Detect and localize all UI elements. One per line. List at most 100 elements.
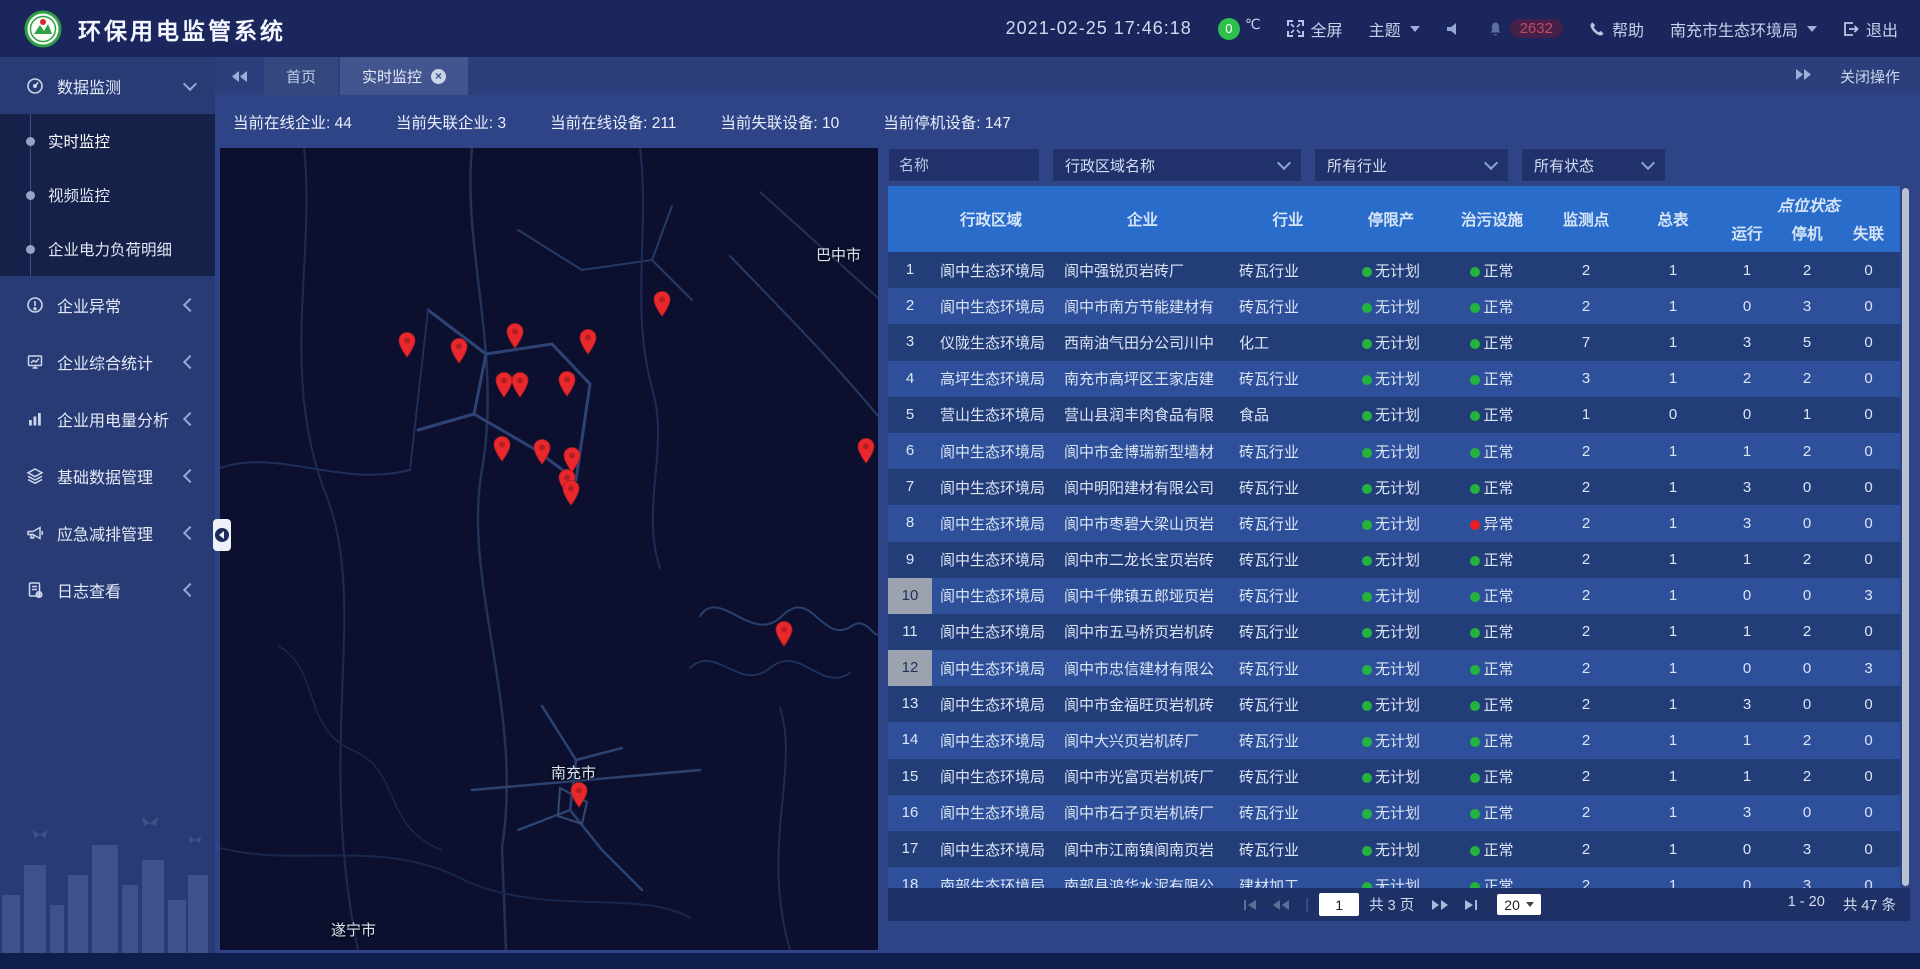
- tab-close-icon[interactable]: ×: [431, 69, 446, 84]
- tab-实时监控[interactable]: 实时监控×: [340, 57, 468, 95]
- next-page-button[interactable]: [1424, 899, 1456, 911]
- last-page-button[interactable]: [1456, 899, 1485, 911]
- map-pin-icon[interactable]: [505, 322, 525, 349]
- cell-company: 南充市高坪区王家店建: [1050, 368, 1235, 389]
- row-number: 18: [888, 867, 932, 888]
- map-pin-icon[interactable]: [532, 438, 552, 465]
- speaker-mute-button[interactable]: [1446, 21, 1462, 37]
- prev-page-button[interactable]: [1265, 899, 1297, 911]
- cell-facility-status: 正常: [1441, 404, 1543, 425]
- map-pin-icon[interactable]: [492, 435, 512, 462]
- col-point-status: 点位状态: [1717, 194, 1900, 216]
- tab-首页[interactable]: 首页: [264, 57, 338, 95]
- monitor-panel: 行政区域名称 所有行业 所有状态 行政区域 企业 行业 停限产 治污设施 监测点…: [888, 148, 1910, 921]
- cell-company: 西南油气田分公司川中: [1050, 332, 1235, 353]
- table-row[interactable]: 4高坪生态环境局南充市高坪区王家店建砖瓦行业无计划正常31220: [888, 361, 1900, 397]
- cell-company: 阆中明阳建材有限公司: [1050, 477, 1235, 498]
- name-filter-input[interactable]: [888, 148, 1040, 182]
- page-input[interactable]: [1319, 893, 1359, 916]
- sidebar-collapse-button[interactable]: [213, 519, 231, 551]
- table-row[interactable]: 5营山生态环境局营山县润丰肉食品有限食品无计划正常10010: [888, 397, 1900, 433]
- table-row[interactable]: 14阆中生态环境局阆中大兴页岩机砖厂砖瓦行业无计划正常21120: [888, 722, 1900, 758]
- map-pin-icon[interactable]: [561, 479, 581, 506]
- cell-industry: 建材加工: [1235, 875, 1341, 888]
- cell-run: 3: [1717, 515, 1777, 532]
- col-industry: 行业: [1235, 208, 1341, 230]
- table-row[interactable]: 12阆中生态环境局阆中市忠信建材有限公砖瓦行业无计划正常21003: [888, 650, 1900, 686]
- notifications-button[interactable]: 2632: [1488, 19, 1563, 38]
- table-row[interactable]: 7阆中生态环境局阆中明阳建材有限公司砖瓦行业无计划正常21300: [888, 469, 1900, 505]
- bottom-strip: [0, 953, 1920, 969]
- first-page-button[interactable]: [1236, 899, 1265, 911]
- cell-points: 2: [1543, 696, 1629, 713]
- map-pin-icon[interactable]: [557, 370, 577, 397]
- sidebar-item-data-monitor[interactable]: 数据监测: [0, 57, 215, 114]
- table-row[interactable]: 1阆中生态环境局阆中强锐页岩砖厂砖瓦行业无计划正常21120: [888, 252, 1900, 288]
- logout-button[interactable]: 退出: [1843, 17, 1898, 41]
- sidebar-item-video-monitor[interactable]: 视频监控: [0, 168, 215, 222]
- region-filter-select[interactable]: 行政区域名称: [1052, 148, 1302, 182]
- cell-run: 1: [1717, 732, 1777, 749]
- cell-halt: 2: [1777, 623, 1837, 640]
- table-row[interactable]: 17阆中生态环境局阆中市江南镇阆南页岩砖瓦行业无计划正常21030: [888, 831, 1900, 867]
- tabs-scroll-left-button[interactable]: [215, 57, 264, 95]
- cell-company: 阆中市光富页岩机砖厂: [1050, 766, 1235, 787]
- map[interactable]: 巴中市南充市遂宁市: [220, 148, 878, 950]
- map-pin-icon[interactable]: [569, 781, 589, 808]
- table-row[interactable]: 6阆中生态环境局阆中市金博瑞新型墙材砖瓦行业无计划正常21120: [888, 433, 1900, 469]
- table-row[interactable]: 16阆中生态环境局阆中市石子页岩机砖厂砖瓦行业无计划正常21300: [888, 795, 1900, 831]
- row-number: 17: [888, 831, 932, 867]
- theme-menu[interactable]: 主题: [1369, 17, 1420, 41]
- status-filter-select[interactable]: 所有状态: [1521, 148, 1666, 182]
- map-pin-icon[interactable]: [510, 371, 530, 398]
- range-label: 1 - 20: [1788, 894, 1825, 915]
- log-document-icon: [26, 581, 44, 599]
- sidebar-item-realtime-monitor[interactable]: 实时监控: [0, 114, 215, 168]
- map-pin-icon[interactable]: [578, 328, 598, 355]
- page-size-select[interactable]: 20: [1497, 894, 1541, 915]
- table-row[interactable]: 10阆中生态环境局阆中千佛镇五郎垭页岩砖瓦行业无计划正常21003: [888, 578, 1900, 614]
- table-row[interactable]: 9阆中生态环境局阆中市二龙长宝页岩砖砖瓦行业无计划正常21120: [888, 542, 1900, 578]
- sidebar-item-enterprise-stats[interactable]: 企业综合统计: [0, 333, 215, 390]
- cell-lost: 0: [1837, 406, 1900, 423]
- row-number: 12: [888, 650, 932, 686]
- cell-lost: 0: [1837, 334, 1900, 351]
- cell-stop-status: 无计划: [1341, 260, 1441, 281]
- sidebar-item-base-data[interactable]: 基础数据管理: [0, 447, 215, 504]
- map-pin-icon[interactable]: [774, 620, 794, 647]
- help-button[interactable]: 帮助: [1589, 17, 1644, 41]
- cell-company: 阆中市金博瑞新型墙材: [1050, 441, 1235, 462]
- close-operations-button[interactable]: 关闭操作: [1840, 66, 1900, 87]
- cell-total: 1: [1629, 732, 1717, 749]
- datetime: 2021-02-25 17:46:18: [1006, 18, 1192, 39]
- table-row[interactable]: 13阆中生态环境局阆中市金福旺页岩机砖砖瓦行业无计划正常21300: [888, 686, 1900, 722]
- sidebar-item-power-load-detail[interactable]: 企业电力负荷明细: [0, 222, 215, 276]
- sidebar-item-log-view[interactable]: 日志查看: [0, 561, 215, 618]
- sidebar-item-enterprise-abnormal[interactable]: 企业异常: [0, 276, 215, 333]
- table-row[interactable]: 11阆中生态环境局阆中市五马桥页岩机砖砖瓦行业无计划正常21120: [888, 614, 1900, 650]
- table-row[interactable]: 15阆中生态环境局阆中市光富页岩机砖厂砖瓦行业无计划正常21120: [888, 759, 1900, 795]
- table-row[interactable]: 8阆中生态环境局阆中市枣碧大梁山页岩砖瓦行业无计划异常21300: [888, 505, 1900, 541]
- table-scrollbar[interactable]: [1902, 188, 1909, 886]
- cell-halt: 2: [1777, 370, 1837, 387]
- industry-filter-select[interactable]: 所有行业: [1314, 148, 1509, 182]
- sidebar-item-power-analysis[interactable]: 企业用电量分析: [0, 390, 215, 447]
- sidebar-item-emergency-reduction[interactable]: 应急减排管理: [0, 504, 215, 561]
- map-pin-icon[interactable]: [856, 437, 876, 464]
- cell-facility-status: 正常: [1441, 368, 1543, 389]
- table-row[interactable]: 3仪陇生态环境局西南油气田分公司川中化工无计划正常71350: [888, 324, 1900, 360]
- tabs-scroll-right-button[interactable]: [1795, 68, 1812, 85]
- alert-circle-icon: [26, 296, 44, 314]
- map-pin-icon[interactable]: [397, 331, 417, 358]
- chevron-down-icon: [183, 76, 197, 90]
- table-row[interactable]: 2阆中生态环境局阆中市南方节能建材有砖瓦行业无计划正常21030: [888, 288, 1900, 324]
- cell-halt: 0: [1777, 479, 1837, 496]
- stat-item: 当前失联企业: 3: [396, 111, 506, 133]
- map-pin-icon[interactable]: [652, 290, 672, 317]
- cell-lost: 0: [1837, 370, 1900, 387]
- fullscreen-button[interactable]: 全屏: [1287, 17, 1343, 41]
- table-row[interactable]: 18南部生态环境局南部县鸿华水泥有限公建材加工无计划正常21030: [888, 867, 1900, 888]
- status-dot-icon: [1470, 484, 1480, 494]
- map-pin-icon[interactable]: [449, 337, 469, 364]
- org-menu[interactable]: 南充市生态环境局: [1670, 17, 1817, 41]
